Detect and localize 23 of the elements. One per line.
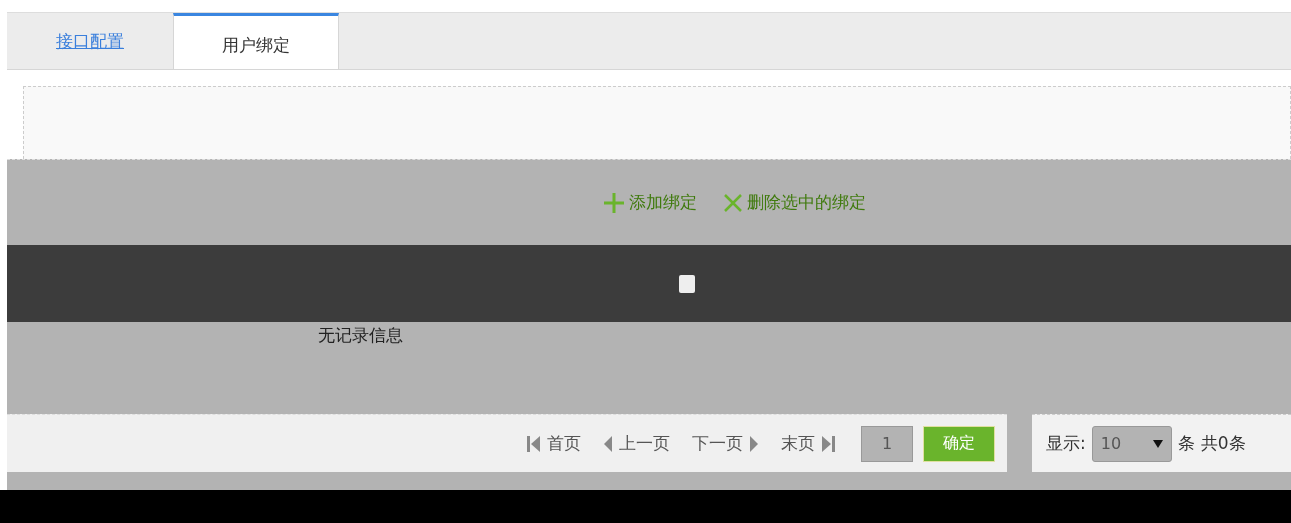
first-page-icon bbox=[527, 435, 541, 452]
last-page-link[interactable]: 末页 bbox=[775, 432, 841, 455]
next-page-link[interactable]: 下一页 bbox=[686, 432, 765, 455]
previous-icon bbox=[603, 435, 613, 452]
delete-binding-button[interactable]: 删除选中的绑定 bbox=[722, 191, 866, 214]
tab[interactable]: 用户绑定 bbox=[173, 13, 339, 69]
show-label: 显示: bbox=[1046, 432, 1086, 455]
tab[interactable]: 接口配置 bbox=[7, 13, 173, 69]
select-all-checkbox[interactable] bbox=[679, 274, 695, 293]
confirm-button[interactable]: 确定 bbox=[923, 425, 995, 462]
last-page-icon bbox=[821, 435, 835, 452]
next-icon bbox=[749, 435, 759, 452]
plus-icon bbox=[602, 191, 625, 214]
previous-page-link[interactable]: 上一页 bbox=[597, 432, 676, 455]
unit-label: 条 bbox=[1177, 432, 1195, 455]
total-count: 共0条 bbox=[1200, 432, 1246, 455]
first-page-link[interactable]: 首页 bbox=[521, 432, 587, 455]
page-size-select[interactable]: 10 bbox=[1091, 425, 1172, 462]
dropdown-icon bbox=[1152, 439, 1163, 448]
close-icon bbox=[722, 192, 743, 213]
empty-message: 无记录信息 bbox=[318, 325, 403, 345]
page-input[interactable]: 1 bbox=[861, 425, 913, 462]
add-binding-button[interactable]: 添加绑定 bbox=[602, 191, 697, 214]
